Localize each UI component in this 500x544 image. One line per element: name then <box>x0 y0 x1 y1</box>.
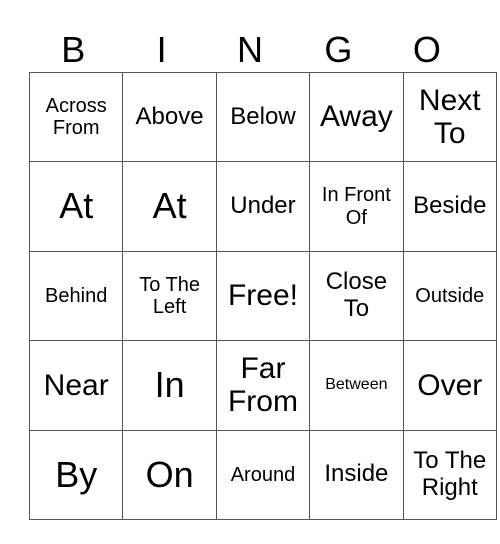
bingo-cell[interactable]: At <box>28 161 124 252</box>
bingo-row: At At Under In Front Of Beside <box>28 161 497 252</box>
bingo-cell[interactable]: Outside <box>402 250 497 342</box>
bingo-cell[interactable]: Near <box>28 340 124 431</box>
bingo-cell[interactable]: By <box>28 429 124 520</box>
bingo-card: Across From Above Below Away Next To At At Unde… <box>28 71 497 520</box>
bingo-cell[interactable]: To The Right <box>402 429 497 520</box>
header-letter-n: N <box>237 29 264 70</box>
bingo-cell[interactable]: Inside <box>309 429 404 520</box>
bingo-row: Across From Above Below Away Next To <box>28 71 497 163</box>
bingo-cell[interactable]: Under <box>215 161 311 252</box>
bingo-cell[interactable]: Between <box>309 340 404 431</box>
bingo-row: By On Around Inside To The Right <box>28 429 497 520</box>
bingo-row: Near In Far From Between Over <box>28 340 497 431</box>
bingo-cell[interactable]: At <box>122 161 217 252</box>
bingo-header: B I N G O <box>29 28 471 72</box>
free-space-cell[interactable]: Free! <box>215 250 311 342</box>
bingo-cell[interactable]: Over <box>402 340 497 431</box>
bingo-cell[interactable]: Around <box>215 429 311 520</box>
bingo-cell[interactable]: In Front Of <box>309 161 404 252</box>
bingo-cell[interactable]: Close To <box>309 250 404 342</box>
bingo-row: Behind To The Left Free! Close To Outside <box>28 250 497 342</box>
bingo-cell[interactable]: Above <box>122 71 217 163</box>
header-letter-o: O <box>412 29 441 70</box>
bingo-cell[interactable]: Far From <box>215 340 311 431</box>
bingo-cell[interactable]: Across From <box>28 71 124 163</box>
bingo-cell[interactable]: Beside <box>402 161 497 252</box>
bingo-cell[interactable]: To The Left <box>122 250 217 342</box>
bingo-cell[interactable]: Below <box>215 71 311 163</box>
bingo-cell[interactable]: In <box>122 340 217 431</box>
header-letter-b: B <box>61 29 86 70</box>
bingo-cell[interactable]: Behind <box>28 250 124 342</box>
header-letter-g: G <box>324 29 353 70</box>
bingo-cell[interactable]: On <box>122 429 217 520</box>
bingo-cell[interactable]: Away <box>309 71 404 163</box>
bingo-cell[interactable]: Next To <box>402 71 497 163</box>
header-letter-i: I <box>156 29 167 70</box>
